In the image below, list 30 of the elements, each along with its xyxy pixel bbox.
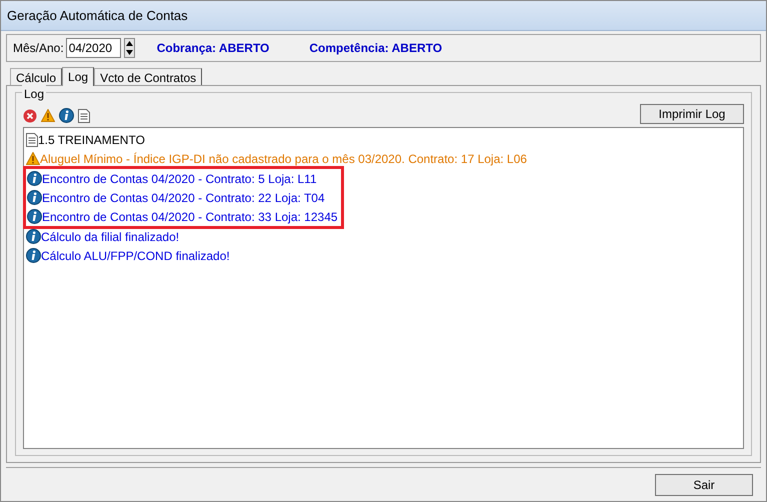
log-entry: Encontro de Contas 04/2020 - Contrato: 22 Loja: T04 [42,190,325,206]
info-icon[interactable] [59,108,74,123]
spin-button[interactable] [124,38,135,58]
print-log-button[interactable]: Imprimir Log [640,104,744,124]
exit-button[interactable]: Sair [655,474,753,496]
info-icon [27,209,42,224]
error-icon[interactable] [23,108,37,122]
tab[interactable]: Cálculo [10,68,62,85]
info-icon [26,248,41,263]
warning-icon [26,152,40,165]
status-label: Cobrança: ABERTO [156,40,270,57]
period-label: Mês/Ano: [13,40,64,57]
info-icon [26,229,41,244]
group-title: Log [22,85,46,103]
log-entry: Cálculo ALU/FPP/COND finalizado! [41,248,230,264]
status-label: Competência: ABERTO [309,40,442,57]
log-entry: Encontro de Contas 04/2020 - Contrato: 33 Loja: 12345 [42,208,338,226]
log-entry: 1.5 TREINAMENTO [38,132,145,148]
info-icon [27,190,42,205]
log-entry: Encontro de Contas 04/2020 - Contrato: 5 Loja: L11 [42,170,317,188]
log-entry: Cálculo da filial finalizado! [41,228,180,246]
warning-icon[interactable] [41,109,55,122]
window-title: Geração Automática de Contas [7,6,188,25]
info-icon [27,171,42,186]
tab[interactable]: Log [62,67,94,86]
period-field[interactable]: 04/2020 [66,38,121,58]
log-entry: Aluguel Mínimo - Índice IGP-DI não cadastrado para o mês 03/2020. Contrato: 17 Loja: L06 [40,150,527,168]
document-icon[interactable] [78,108,90,122]
tab[interactable]: Vcto de Contratos [94,68,202,85]
document-icon [26,132,38,146]
